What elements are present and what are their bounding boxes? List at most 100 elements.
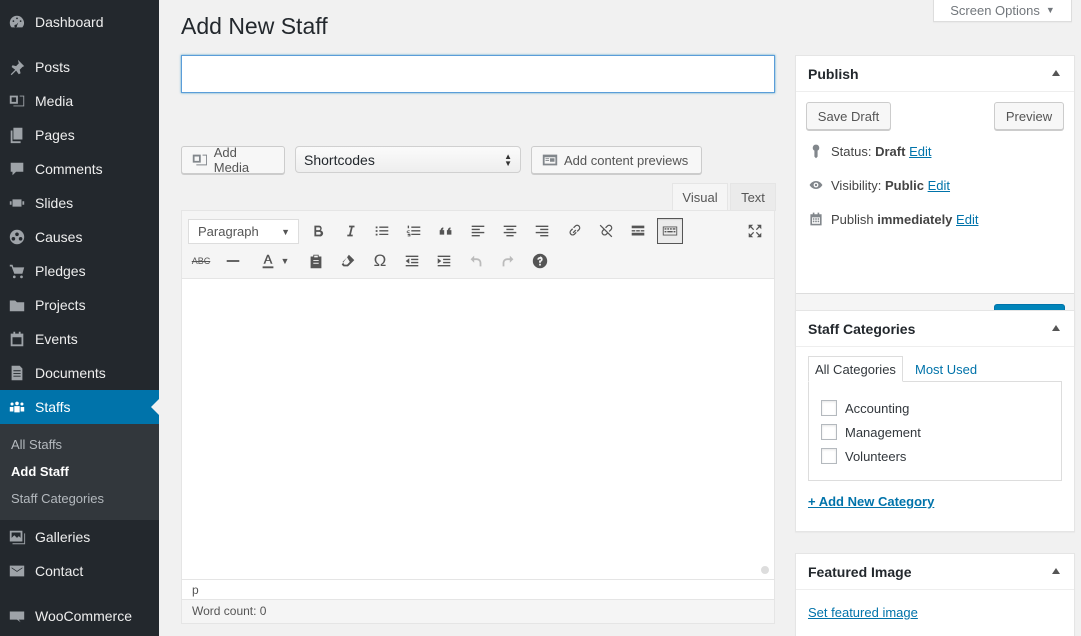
categories-title: Staff Categories xyxy=(808,320,916,337)
gallery-icon xyxy=(0,528,34,546)
menu-item-woocommerce[interactable]: WooCommerce xyxy=(0,599,159,633)
featured-image-title: Featured Image xyxy=(808,563,912,580)
keyboard-icon xyxy=(662,226,678,236)
menu-item-pages[interactable]: Pages xyxy=(0,118,159,152)
menu-item-dashboard[interactable]: Dashboard xyxy=(0,5,159,39)
featured-image-box-title: Featured Image xyxy=(796,554,1074,590)
numbered-list-icon xyxy=(406,225,421,237)
fullscreen-button[interactable] xyxy=(742,218,768,244)
tab-all-categories[interactable]: All Categories xyxy=(808,356,903,382)
pin-icon xyxy=(812,144,820,159)
collapse-toggle-icon[interactable] xyxy=(1052,70,1060,76)
edit-publish-date-link[interactable]: Edit xyxy=(956,212,978,227)
toolbar-toggle-button[interactable] xyxy=(657,218,683,244)
numbered-list-button[interactable] xyxy=(401,218,427,244)
menu-label: Media xyxy=(35,93,74,109)
format-select[interactable]: Paragraph ▼ xyxy=(188,219,299,244)
collapse-toggle-icon[interactable] xyxy=(1052,325,1060,331)
set-featured-image-link[interactable]: Set featured image xyxy=(808,605,918,620)
save-draft-button[interactable]: Save Draft xyxy=(806,102,891,130)
special-character-button[interactable]: Ω xyxy=(367,248,393,274)
remove-link-button[interactable] xyxy=(593,218,619,244)
element-path: p xyxy=(182,579,774,599)
menu-item-slides[interactable]: Slides xyxy=(0,186,159,220)
resize-handle[interactable] xyxy=(761,566,769,574)
category-item[interactable]: Management xyxy=(821,424,921,440)
align-center-icon xyxy=(503,225,517,237)
decrease-indent-button[interactable] xyxy=(399,248,425,274)
redo-button[interactable] xyxy=(495,248,521,274)
staff-categories-box-title: Staff Categories xyxy=(796,311,1074,347)
align-right-button[interactable] xyxy=(529,218,555,244)
submenu-add-staff[interactable]: Add Staff xyxy=(11,464,69,479)
menu-item-pledges[interactable]: Pledges xyxy=(0,254,159,288)
undo-button[interactable] xyxy=(463,248,489,274)
category-item[interactable]: Volunteers xyxy=(821,448,906,464)
menu-item-causes[interactable]: Causes xyxy=(0,220,159,254)
align-center-button[interactable] xyxy=(497,218,523,244)
bullet-list-button[interactable] xyxy=(369,218,395,244)
menu-item-posts[interactable]: Posts xyxy=(0,50,159,84)
menu-item-staffs[interactable]: Staffs xyxy=(0,390,159,424)
dashboard-icon xyxy=(0,13,34,31)
add-media-button[interactable]: Add Media xyxy=(181,145,285,175)
menu-item-galleries[interactable]: Galleries xyxy=(0,520,159,554)
submenu-all-staffs[interactable]: All Staffs xyxy=(11,437,62,452)
help-button[interactable] xyxy=(527,248,553,274)
insert-link-button[interactable] xyxy=(561,218,587,244)
caret-down-icon: ▼ xyxy=(281,226,290,237)
menu-label: Staffs xyxy=(35,399,71,415)
screen-options-label: Screen Options xyxy=(950,2,1040,18)
title-input[interactable] xyxy=(181,55,775,93)
tab-most-used[interactable]: Most Used xyxy=(909,356,983,382)
category-checkbox[interactable] xyxy=(821,448,837,464)
tab-text[interactable]: Text xyxy=(730,183,776,211)
redo-icon xyxy=(502,255,514,267)
paste-as-text-button[interactable] xyxy=(303,248,329,274)
bold-button[interactable] xyxy=(305,218,331,244)
add-new-category-link[interactable]: + Add New Category xyxy=(808,494,934,509)
tab-visual[interactable]: Visual xyxy=(672,183,728,211)
menu-label: Dashboard xyxy=(35,14,104,30)
category-item[interactable]: Accounting xyxy=(821,400,909,416)
featured-image-box: Featured Image Set featured image xyxy=(795,553,1075,636)
strikethrough-button[interactable]: ABC xyxy=(188,248,214,274)
clear-formatting-button[interactable] xyxy=(335,248,361,274)
media-icon xyxy=(192,154,207,166)
menu-label: Pages xyxy=(35,127,75,143)
editor-toolbar: Paragraph ▼ ABC ▼ Ω xyxy=(182,211,774,279)
menu-item-comments[interactable]: Comments xyxy=(0,152,159,186)
shortcodes-select[interactable]: Shortcodes ▲ ▼ xyxy=(295,146,521,173)
edit-status-link[interactable]: Edit xyxy=(909,144,931,159)
add-content-previews-button[interactable]: Add content previews xyxy=(531,146,702,174)
collapse-toggle-icon[interactable] xyxy=(1052,568,1060,574)
category-checkbox[interactable] xyxy=(821,400,837,416)
italic-button[interactable] xyxy=(337,218,363,244)
horizontal-line-button[interactable] xyxy=(220,248,246,274)
align-left-button[interactable] xyxy=(465,218,491,244)
page-title: Add New Staff xyxy=(181,13,328,39)
category-checkbox[interactable] xyxy=(821,424,837,440)
text-color-button[interactable]: ▼ xyxy=(252,248,296,274)
edit-visibility-link[interactable]: Edit xyxy=(928,178,950,193)
read-more-icon xyxy=(631,225,645,236)
align-right-icon xyxy=(535,225,549,237)
blockquote-icon xyxy=(439,227,452,235)
comment-icon xyxy=(0,160,34,178)
menu-item-documents[interactable]: Documents xyxy=(0,356,159,390)
submenu-staff-categories[interactable]: Staff Categories xyxy=(11,491,104,506)
menu-item-contact[interactable]: Contact xyxy=(0,554,159,588)
shortcodes-label: Shortcodes xyxy=(304,151,375,168)
read-more-button[interactable] xyxy=(625,218,651,244)
increase-indent-button[interactable] xyxy=(431,248,457,274)
editor-content-area[interactable] xyxy=(182,279,774,579)
menu-item-events[interactable]: Events xyxy=(0,322,159,356)
screen-options-button[interactable]: Screen Options ▼ xyxy=(933,0,1072,22)
menu-item-projects[interactable]: Projects xyxy=(0,288,159,322)
text-color-icon xyxy=(262,254,273,269)
menu-item-media[interactable]: Media xyxy=(0,84,159,118)
admin-sidebar: Dashboard Posts Media Pages Comments Sli… xyxy=(0,0,159,636)
clipboard-icon xyxy=(310,254,322,269)
preview-button[interactable]: Preview xyxy=(994,102,1064,130)
blockquote-button[interactable] xyxy=(433,218,459,244)
